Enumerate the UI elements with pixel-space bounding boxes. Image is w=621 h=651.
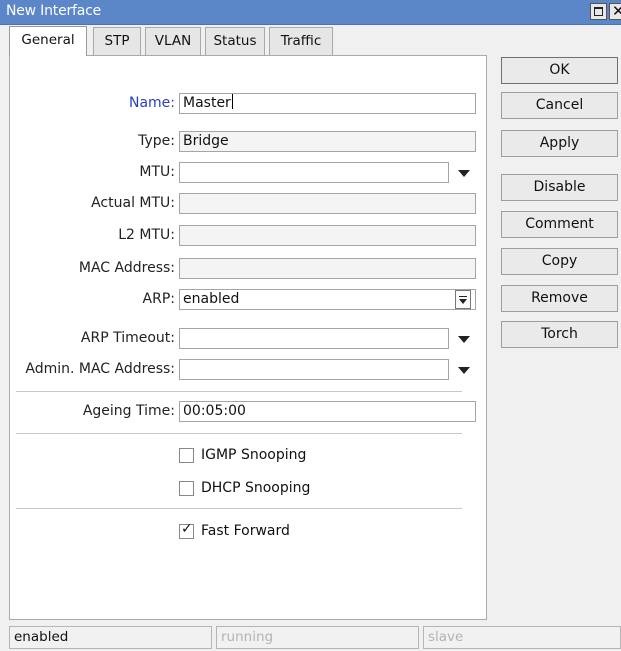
admin-mac-input[interactable]: [179, 359, 449, 380]
copy-button[interactable]: Copy: [501, 248, 618, 275]
remove-button[interactable]: Remove: [501, 285, 618, 312]
tab-vlan[interactable]: VLAN: [145, 27, 201, 55]
chevron-down-icon[interactable]: [458, 367, 470, 374]
type-label: Type:: [138, 133, 175, 149]
tab-stp[interactable]: STP: [93, 27, 141, 55]
apply-button[interactable]: Apply: [501, 130, 618, 157]
tab-general[interactable]: General: [9, 26, 87, 56]
tab-traffic[interactable]: Traffic: [269, 27, 333, 55]
status-enabled: enabled: [9, 626, 212, 649]
ok-button[interactable]: OK: [501, 57, 618, 84]
separator: [16, 391, 462, 392]
title-bar[interactable]: New Interface ✕: [0, 0, 621, 25]
cancel-button[interactable]: Cancel: [501, 92, 618, 119]
arp-timeout-input[interactable]: [179, 328, 449, 349]
close-icon[interactable]: ✕: [609, 3, 621, 20]
actual-mtu-label: Actual MTU:: [91, 195, 175, 211]
name-input[interactable]: Master: [179, 93, 476, 114]
chevron-down-icon[interactable]: [458, 170, 470, 177]
arp-timeout-label: ARP Timeout:: [80, 330, 175, 346]
fast-forward-checkbox[interactable]: ✓: [179, 521, 194, 539]
mac-address-label: MAC Address:: [78, 260, 175, 276]
chevron-down-icon[interactable]: [458, 336, 470, 343]
dhcp-snooping-checkbox[interactable]: [179, 481, 194, 496]
comment-button[interactable]: Comment: [501, 211, 618, 238]
disable-button[interactable]: Disable: [501, 174, 618, 201]
actual-mtu-field: [179, 193, 476, 214]
window-title: New Interface: [6, 3, 102, 19]
arp-select[interactable]: enabled: [179, 289, 476, 310]
mac-address-field: [179, 258, 476, 279]
checkmark-icon: ✓: [181, 521, 193, 537]
l2-mtu-label: L2 MTU:: [118, 227, 175, 243]
status-slave: slave: [423, 626, 621, 649]
status-bar: enabled running slave: [9, 626, 621, 649]
mtu-label: MTU:: [139, 164, 175, 180]
type-field: Bridge: [179, 131, 476, 152]
separator: [16, 508, 462, 509]
ageing-time-input[interactable]: 00:05:00: [179, 401, 476, 422]
separator: [16, 433, 462, 434]
spin-down-icon[interactable]: [455, 290, 471, 309]
l2-mtu-field: [179, 225, 476, 246]
arp-label: ARP:: [142, 291, 175, 307]
fast-forward-label[interactable]: Fast Forward: [201, 523, 290, 539]
tab-status[interactable]: Status: [205, 27, 265, 55]
name-value: Master: [183, 95, 231, 111]
mtu-input[interactable]: [179, 162, 449, 183]
maximize-icon[interactable]: [590, 3, 607, 20]
igmp-snooping-label[interactable]: IGMP Snooping: [201, 447, 306, 463]
igmp-snooping-checkbox[interactable]: [179, 448, 194, 463]
status-running: running: [216, 626, 419, 649]
ageing-time-label: Ageing Time:: [82, 403, 175, 419]
new-interface-window: New Interface ✕ General STP VLAN Status …: [0, 0, 621, 651]
name-label: Name:: [128, 95, 175, 111]
dhcp-snooping-label[interactable]: DHCP Snooping: [201, 480, 310, 496]
admin-mac-label: Admin. MAC Address:: [25, 361, 175, 377]
torch-button[interactable]: Torch: [501, 321, 618, 348]
